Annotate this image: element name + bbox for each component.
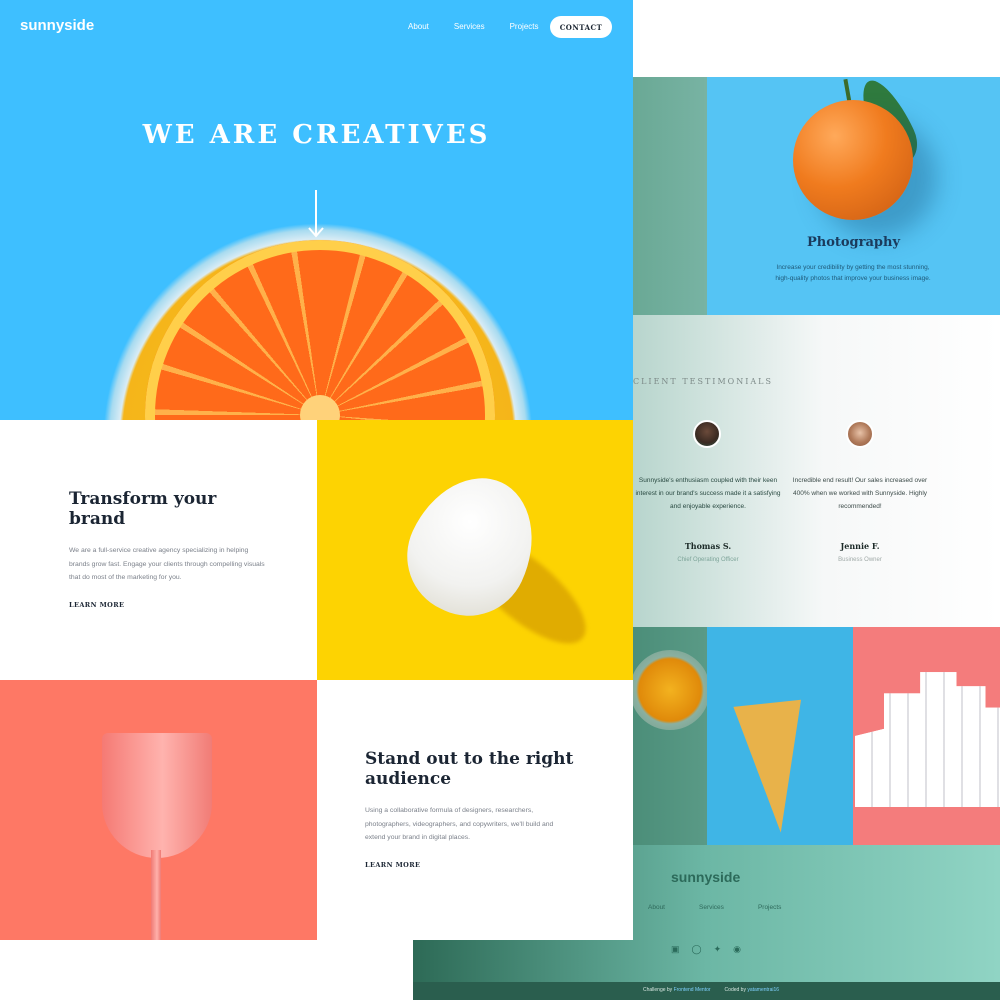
footer-link-projects[interactable]: Projects <box>758 904 781 911</box>
arrow-down-icon[interactable] <box>306 188 326 240</box>
tangerine-image <box>793 100 913 220</box>
hero-section: sunnyside About Services Projects CONTAC… <box>0 0 633 420</box>
footer-link-about[interactable]: About <box>648 904 665 911</box>
cup-image <box>102 733 212 858</box>
testimonial-role: Chief Operating Officer <box>677 557 739 563</box>
instagram-icon[interactable]: ◯ <box>692 944 702 955</box>
footer-social: ▣ ◯ ✦ ◉ <box>671 944 741 955</box>
testimonial-quote: Sunnyside's enthusiasm coupled with thei… <box>635 477 781 510</box>
footer-credit: Challenge by Frontend Mentor Coded by ya… <box>643 987 779 993</box>
hero-title: WE ARE CREATIVES <box>142 120 491 150</box>
nav-link-services[interactable]: Services <box>454 22 485 31</box>
nav-link-about[interactable]: About <box>408 22 429 31</box>
twitter-icon[interactable]: ✦ <box>714 944 722 955</box>
pinterest-icon[interactable]: ◉ <box>733 944 741 955</box>
footer-nav: About Services Projects <box>648 904 781 911</box>
testimonial-name: Thomas S. <box>684 541 732 551</box>
footer-logo[interactable]: sunnyside <box>671 869 740 885</box>
orange-slice-image <box>630 650 710 730</box>
waffle-cone-image <box>733 699 815 837</box>
avatar <box>693 420 721 448</box>
main-nav: About Services Projects <box>408 22 539 31</box>
credit-challenge-label: Challenge by <box>643 987 673 993</box>
audience-title: Stand out to the right audience <box>365 749 574 789</box>
cup-stem <box>151 850 161 940</box>
brand-title: Transform your brand <box>69 489 217 529</box>
learn-more-link[interactable]: LEARN MORE <box>67 601 125 610</box>
photography-title: Photography <box>806 235 901 250</box>
testimonial-role: Business Owner <box>838 557 882 563</box>
front-page: sunnyside About Services Projects CONTAC… <box>0 0 633 940</box>
credit-coded-label: Coded by <box>724 987 746 993</box>
screenshot-stage: Photography Increase your credibility by… <box>0 0 1000 1000</box>
testimonial-name: Jennie F. <box>840 541 880 551</box>
contact-button[interactable]: CONTACT <box>550 16 612 38</box>
learn-more-link[interactable]: LEARN MORE <box>363 861 421 870</box>
credit-challenge-link[interactable]: Frontend Mentor <box>674 987 711 993</box>
credit-coded-link[interactable]: yatamentrai16 <box>747 987 779 993</box>
testimonial-quote: Incredible end result! Our sales increas… <box>792 477 928 510</box>
audience-text: Using a collaborative formula of designe… <box>365 807 554 841</box>
facebook-icon[interactable]: ▣ <box>671 944 680 955</box>
avatar <box>846 420 874 448</box>
learn-more-label: LEARN MORE <box>365 861 421 869</box>
learn-more-label: LEARN MORE <box>69 601 125 609</box>
nav-link-projects[interactable]: Projects <box>510 22 539 31</box>
testimonials-heading: CLIENT TESTIMONIALS <box>633 377 773 386</box>
photography-text: Increase your credibility by getting the… <box>775 264 931 282</box>
logo[interactable]: sunnyside <box>20 17 94 34</box>
footer-link-services[interactable]: Services <box>699 904 724 911</box>
brand-text: We are a full-service creative agency sp… <box>69 547 265 581</box>
